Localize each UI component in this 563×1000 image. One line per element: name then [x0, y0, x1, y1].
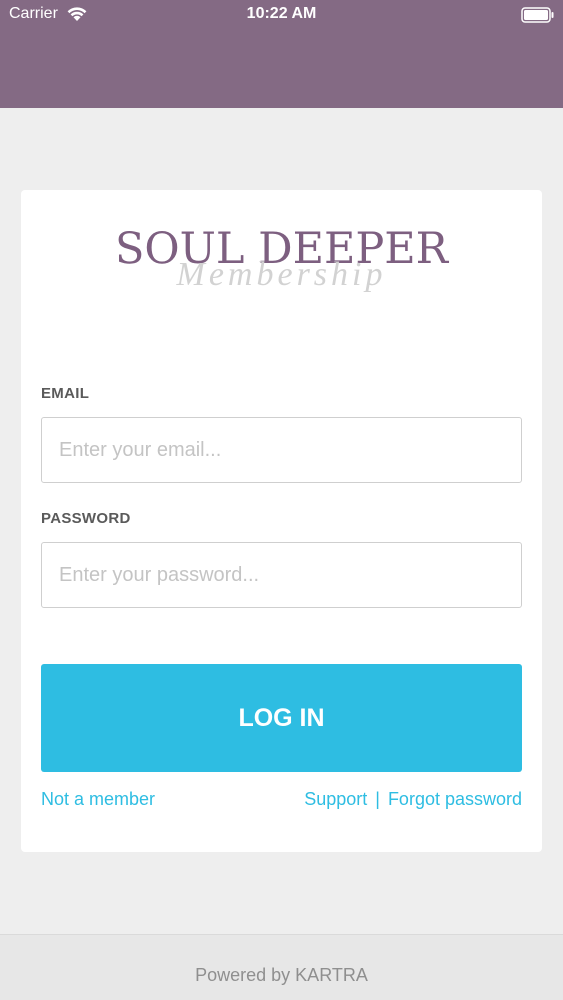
links-right: Support | Forgot password [304, 789, 522, 810]
top-header: Carrier 10:22 AM [0, 0, 563, 108]
battery-icon [521, 7, 554, 23]
password-input[interactable] [41, 542, 522, 608]
email-label: EMAIL [41, 385, 90, 402]
status-bar: Carrier 10:22 AM [0, 0, 563, 30]
powered-by-text: Powered by KARTRA [195, 965, 368, 985]
logo-script: Membership [176, 256, 387, 293]
password-label: PASSWORD [41, 510, 131, 527]
forgot-password-link[interactable]: Forgot password [388, 789, 522, 810]
links-row: Not a member Support | Forgot password [41, 789, 522, 813]
login-button[interactable]: LOG IN [41, 664, 522, 772]
footer: Powered by KARTRA [0, 934, 563, 1000]
link-separator: | [375, 789, 380, 809]
login-card: SOUL DEEPER Membership EMAIL PASSWORD LO… [21, 190, 542, 852]
support-link[interactable]: Support [304, 789, 367, 810]
status-time: 10:22 AM [246, 5, 317, 22]
not-member-link[interactable]: Not a member [41, 789, 155, 810]
email-input[interactable] [41, 417, 522, 483]
brand-logo: SOUL DEEPER Membership [21, 220, 542, 310]
